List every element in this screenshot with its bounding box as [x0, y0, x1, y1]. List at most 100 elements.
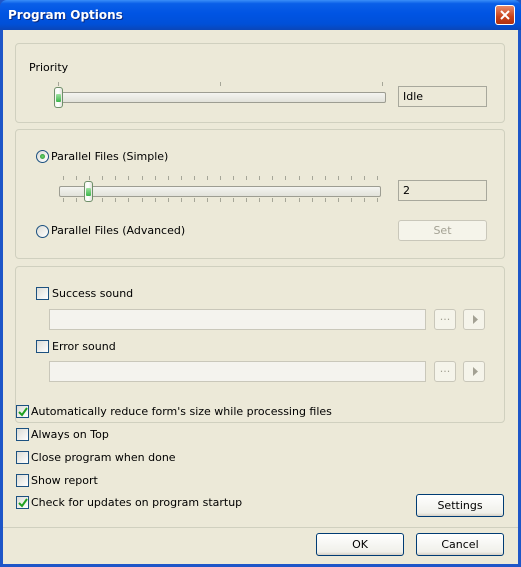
slider-tick [206, 176, 208, 180]
slider-tick [63, 176, 64, 180]
slider-tick [272, 198, 274, 202]
slider-tick [285, 198, 287, 202]
option-checkbox[interactable] [16, 451, 29, 464]
slider-tick [193, 176, 195, 180]
slider-tick [167, 176, 169, 180]
slider-tick [58, 82, 59, 86]
slider-tick [115, 198, 117, 202]
cancel-button[interactable]: Cancel [416, 533, 504, 556]
slider-tick [220, 198, 221, 202]
slider-tick [298, 198, 300, 202]
slider-tick [233, 198, 235, 202]
parallel-simple-label[interactable]: Parallel Files (Simple) [51, 150, 168, 163]
option-label[interactable]: Close program when done [31, 451, 176, 464]
priority-slider[interactable] [54, 92, 386, 103]
success-browse-button[interactable]: ... [434, 309, 456, 330]
slider-tick [350, 198, 352, 202]
slider-tick [193, 198, 195, 202]
slider-tick [363, 198, 365, 202]
parallel-slider-thumb[interactable] [84, 181, 94, 202]
slider-tick [363, 176, 365, 180]
parallel-slider[interactable] [59, 186, 381, 197]
slider-tick [102, 198, 104, 202]
slider-tick [259, 198, 261, 202]
option-checkbox[interactable] [16, 496, 29, 509]
success-sound-label[interactable]: Success sound [52, 287, 133, 300]
slider-tick [220, 176, 221, 180]
slider-tick [246, 198, 248, 202]
settings-button[interactable]: Settings [416, 494, 504, 517]
option-label[interactable]: Always on Top [31, 428, 109, 441]
option-label[interactable]: Check for updates on program startup [31, 496, 242, 509]
slider-tick [154, 176, 156, 180]
error-sound-path[interactable] [49, 361, 426, 382]
parallel-files-group: Parallel Files (Simple) 2 Parallel Files… [15, 129, 505, 259]
priority-value: Idle [398, 86, 487, 107]
priority-slider-thumb[interactable] [54, 87, 63, 108]
slider-tick [377, 176, 378, 180]
close-button[interactable] [495, 5, 515, 25]
slider-tick [220, 82, 221, 86]
slider-tick [128, 198, 130, 202]
slider-tick [115, 176, 117, 180]
title-bar[interactable]: Program Options [0, 0, 521, 30]
slider-tick [154, 198, 156, 202]
option-label[interactable]: Automatically reduce form's size while p… [31, 405, 332, 418]
slider-tick [382, 82, 383, 86]
ok-button[interactable]: OK [316, 533, 404, 556]
parallel-simple-radio[interactable] [36, 150, 49, 163]
close-icon [500, 10, 510, 20]
priority-label: Priority [29, 61, 69, 74]
parallel-advanced-label[interactable]: Parallel Files (Advanced) [51, 224, 185, 237]
slider-tick [167, 198, 169, 202]
error-sound-checkbox[interactable] [36, 340, 49, 353]
success-sound-path[interactable] [49, 309, 426, 330]
slider-tick [141, 198, 143, 202]
slider-tick [298, 176, 300, 180]
success-play-button[interactable] [463, 309, 485, 330]
slider-tick [259, 176, 261, 180]
slider-tick [180, 198, 182, 202]
slider-tick [377, 198, 378, 202]
slider-tick [128, 176, 130, 180]
slider-tick [285, 176, 287, 180]
play-icon [473, 315, 478, 324]
slider-tick [337, 176, 339, 180]
slider-tick [141, 176, 143, 180]
sounds-group: Success sound ... Error sound ... [15, 266, 505, 423]
slider-tick [246, 176, 248, 180]
slider-tick [180, 176, 182, 180]
option-label[interactable]: Show report [31, 474, 98, 487]
checkmark-icon [18, 498, 28, 508]
play-icon [473, 367, 478, 376]
slider-tick [76, 176, 78, 180]
slider-tick [89, 176, 91, 180]
checkmark-icon [18, 407, 28, 417]
slider-tick [350, 176, 352, 180]
parallel-value: 2 [398, 180, 487, 201]
parallel-advanced-radio[interactable] [36, 225, 49, 238]
slider-tick [272, 176, 274, 180]
error-browse-button[interactable]: ... [434, 361, 456, 382]
slider-tick [233, 176, 235, 180]
slider-tick [324, 198, 326, 202]
slider-tick [311, 198, 313, 202]
dialog-body: Priority Idle Parallel Files (Simple) 2 … [3, 30, 518, 564]
slider-tick [324, 176, 326, 180]
priority-group: Priority Idle [15, 43, 505, 123]
option-checkbox[interactable] [16, 474, 29, 487]
footer-divider [3, 527, 518, 528]
slider-tick [206, 198, 208, 202]
slider-tick [76, 198, 78, 202]
error-play-button[interactable] [463, 361, 485, 382]
slider-tick [337, 198, 339, 202]
window-title: Program Options [8, 8, 123, 22]
slider-tick [102, 176, 104, 180]
error-sound-label[interactable]: Error sound [52, 340, 116, 353]
slider-tick [311, 176, 313, 180]
set-button[interactable]: Set [398, 220, 487, 241]
option-checkbox[interactable] [16, 405, 29, 418]
slider-tick [63, 198, 64, 202]
option-checkbox[interactable] [16, 428, 29, 441]
success-sound-checkbox[interactable] [36, 287, 49, 300]
